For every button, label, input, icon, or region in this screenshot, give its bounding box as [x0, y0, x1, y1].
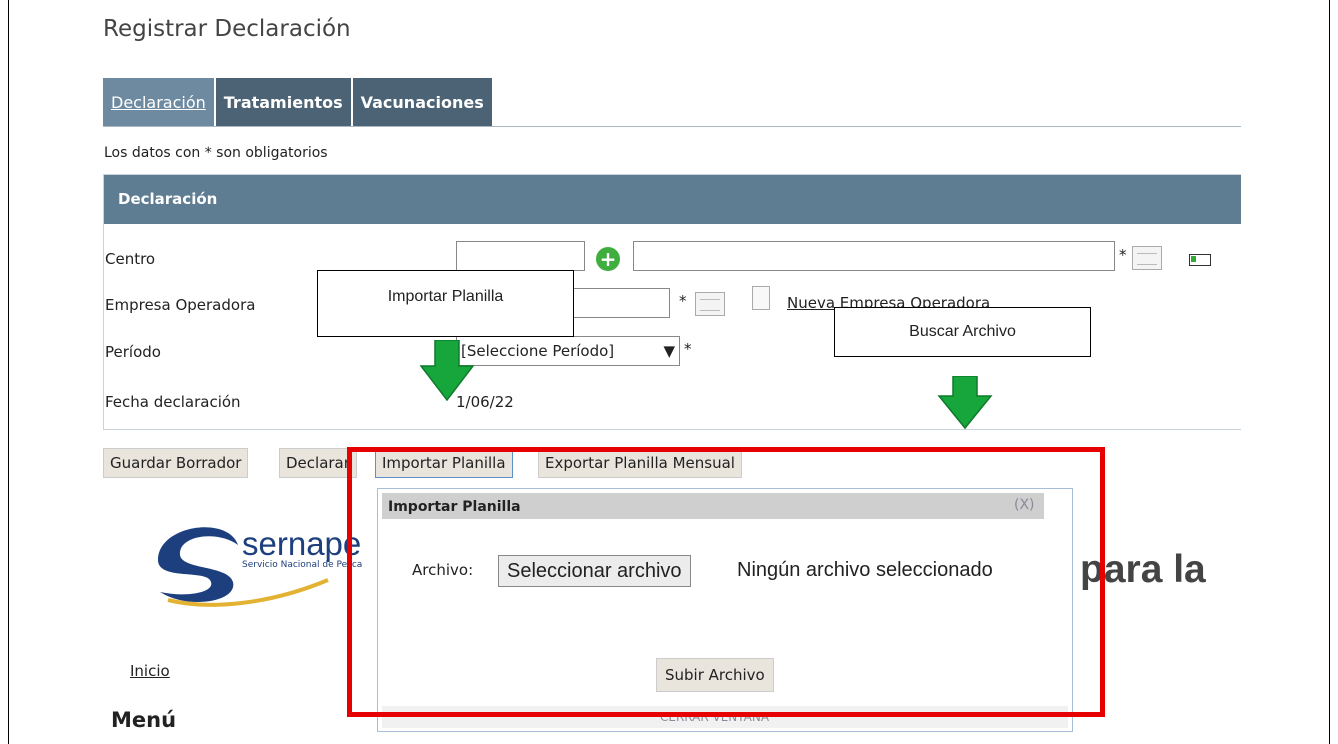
menu-heading: Menú [111, 708, 177, 732]
callout-buscar: Buscar Archivo [834, 307, 1091, 357]
highlight-box [347, 447, 1105, 717]
periodo-selected: [Seleccione Período] [461, 342, 615, 360]
inicio-link[interactable]: Inicio [130, 662, 170, 680]
tab-vacunaciones[interactable]: Vacunaciones [352, 78, 492, 126]
tab-bar: Declaración Tratamientos Vacunaciones [103, 78, 494, 126]
new-document-icon[interactable] [752, 286, 770, 310]
chevron-down-icon: ▼ [663, 342, 675, 360]
arrow-down-icon [419, 340, 475, 402]
add-centro-icon[interactable]: + [596, 247, 620, 271]
fecha-label: Fecha declaración [105, 393, 241, 411]
page-title: Registrar Declaración [103, 16, 351, 42]
tab-divider [103, 126, 1241, 127]
centro-code-input[interactable] [456, 241, 585, 271]
periodo-select[interactable]: [Seleccione Período] ▼ [456, 336, 680, 366]
logo-text: sernape [242, 525, 362, 562]
centro-required-mark: * [1119, 246, 1127, 264]
empresa-required-mark: * [679, 292, 687, 310]
tab-tratamientos[interactable]: Tratamientos [215, 78, 351, 126]
centro-list-icon[interactable] [1132, 246, 1162, 270]
section-header: Declaración [104, 175, 1241, 224]
guardar-borrador-button[interactable]: Guardar Borrador [103, 448, 249, 478]
tab-declaracion[interactable]: Declaración [103, 78, 214, 126]
declarar-button[interactable]: Declarar [279, 448, 357, 478]
empresa-list-icon[interactable] [695, 292, 725, 316]
status-indicator-icon [1189, 254, 1211, 266]
arrow-down-icon [937, 376, 993, 430]
empresa-label: Empresa Operadora [105, 296, 256, 314]
logo-subtitle: Servicio Nacional de Pesca [242, 560, 363, 570]
periodo-label: Período [105, 343, 161, 361]
periodo-required-mark: * [684, 340, 692, 358]
declaracion-section: Declaración [103, 174, 1241, 430]
centro-name-input[interactable] [633, 241, 1115, 271]
callout-importar: Importar Planilla [317, 270, 574, 337]
centro-label: Centro [105, 250, 156, 268]
required-note: Los datos con * son obligatorios [104, 145, 328, 161]
